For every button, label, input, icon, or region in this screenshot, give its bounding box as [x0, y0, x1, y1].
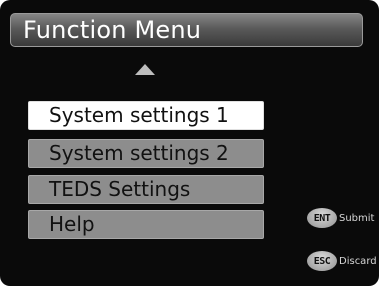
device-screen: Function Menu System settings 1 System s… — [0, 0, 379, 286]
menu-item-teds-settings[interactable]: TEDS Settings — [28, 175, 264, 204]
menu-item-label: Help — [49, 212, 95, 236]
scroll-up-icon[interactable] — [135, 64, 155, 75]
menu-item-system-settings-1[interactable]: System settings 1 — [28, 101, 264, 130]
menu-item-system-settings-2[interactable]: System settings 2 — [28, 139, 264, 168]
title-bar: Function Menu — [10, 13, 363, 47]
menu-item-help[interactable]: Help — [28, 210, 264, 239]
discard-label: Discard — [339, 255, 377, 267]
escape-key-button[interactable]: ESC — [307, 251, 337, 271]
submit-hint: ENT Submit — [307, 207, 374, 229]
menu-item-label: System settings 1 — [49, 103, 229, 127]
discard-hint: ESC Discard — [307, 250, 377, 272]
submit-label: Submit — [339, 212, 375, 224]
enter-key-button[interactable]: ENT — [307, 208, 337, 228]
menu-item-label: System settings 2 — [49, 141, 229, 165]
page-title: Function Menu — [23, 16, 202, 44]
menu-item-label: TEDS Settings — [49, 177, 191, 201]
